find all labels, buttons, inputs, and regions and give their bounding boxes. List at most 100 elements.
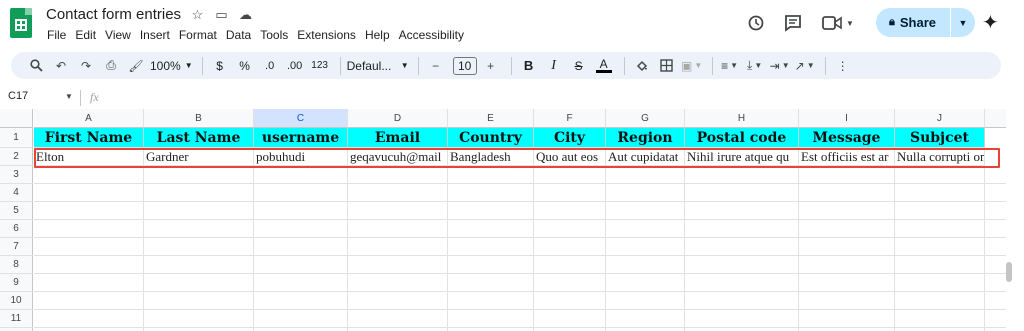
share-dropdown-icon[interactable]: ▼: [951, 18, 975, 28]
increase-decimal-button[interactable]: .00: [284, 55, 306, 77]
data-cell-region[interactable]: Aut cupidatat: [606, 148, 685, 166]
grid-cell[interactable]: [606, 184, 685, 202]
row-header-4[interactable]: 4: [0, 184, 33, 202]
grid-cell[interactable]: [34, 310, 144, 328]
menu-format[interactable]: Format: [179, 28, 217, 42]
grid-cell[interactable]: [34, 202, 144, 220]
menu-tools[interactable]: Tools: [260, 28, 288, 42]
grid-cell[interactable]: [534, 256, 606, 274]
grid-cell[interactable]: [254, 166, 348, 184]
star-icon[interactable]: ☆: [190, 7, 205, 23]
grid-cell[interactable]: [254, 184, 348, 202]
paint-format-icon[interactable]: 🖌︎: [125, 55, 147, 77]
grid-cell[interactable]: [799, 220, 895, 238]
grid-cell[interactable]: [254, 310, 348, 328]
grid-cell[interactable]: [144, 310, 254, 328]
search-icon[interactable]: [25, 55, 47, 77]
meet-dropdown-icon[interactable]: ▼: [846, 19, 854, 28]
grid-cell[interactable]: [144, 292, 254, 310]
name-box-dropdown-icon[interactable]: ▼: [65, 92, 73, 101]
grid-cell[interactable]: [448, 274, 534, 292]
increase-font-size-button[interactable]: +: [480, 55, 502, 77]
grid-cell[interactable]: [348, 166, 448, 184]
move-folder-icon[interactable]: ▭: [214, 7, 229, 23]
grid-cell[interactable]: [144, 274, 254, 292]
grid-cell[interactable]: [606, 274, 685, 292]
grid-cell[interactable]: [985, 310, 1006, 328]
name-box[interactable]: C17: [8, 90, 28, 102]
bold-button[interactable]: B: [518, 55, 540, 77]
font-family-select[interactable]: Defaul... ▼: [347, 55, 409, 77]
grid-cell[interactable]: [895, 238, 985, 256]
text-rotation-icon[interactable]: ↗ ▼: [794, 55, 816, 77]
grid-cell[interactable]: [144, 256, 254, 274]
header-cell-first-name[interactable]: First Name: [34, 128, 144, 148]
row-header-11[interactable]: 11: [0, 310, 33, 328]
grid-cell[interactable]: [254, 292, 348, 310]
grid-cell[interactable]: [799, 166, 895, 184]
column-header-j[interactable]: J: [895, 109, 985, 128]
grid-cell[interactable]: [985, 274, 1006, 292]
grid-cell[interactable]: [685, 184, 799, 202]
grid-cell[interactable]: [534, 220, 606, 238]
grid-cell[interactable]: [895, 184, 985, 202]
grid-cell[interactable]: [685, 274, 799, 292]
history-icon[interactable]: [742, 9, 770, 37]
grid-cell[interactable]: [348, 202, 448, 220]
vertical-align-icon[interactable]: ⤓ ▼: [744, 55, 766, 77]
column-header-e[interactable]: E: [448, 109, 534, 128]
grid-cell[interactable]: [34, 220, 144, 238]
grid-cell[interactable]: [799, 202, 895, 220]
header-cell-subject[interactable]: Subjcet: [895, 128, 985, 148]
row-header-8[interactable]: 8: [0, 256, 33, 274]
grid-cell[interactable]: [34, 166, 144, 184]
grid-cell[interactable]: [799, 238, 895, 256]
grid-cell[interactable]: [348, 184, 448, 202]
grid-cell[interactable]: [254, 202, 348, 220]
grid-cell[interactable]: [448, 256, 534, 274]
fill-color-icon[interactable]: [631, 55, 653, 77]
grid-cell[interactable]: [254, 220, 348, 238]
grid-cell[interactable]: [606, 238, 685, 256]
grid-cell[interactable]: [606, 310, 685, 328]
header-cell-username[interactable]: username: [254, 128, 348, 148]
row-header-5[interactable]: 5: [0, 202, 33, 220]
data-cell-last-name[interactable]: Gardner: [144, 148, 254, 166]
grid-cell[interactable]: [685, 238, 799, 256]
font-size-input[interactable]: 10: [452, 56, 477, 75]
column-header-f[interactable]: F: [534, 109, 606, 128]
grid-cell[interactable]: [448, 310, 534, 328]
grid-cell[interactable]: [606, 256, 685, 274]
header-cell-region[interactable]: Region: [606, 128, 685, 148]
grid-cell[interactable]: [799, 310, 895, 328]
grid-cell[interactable]: [254, 274, 348, 292]
gemini-sparkle-icon[interactable]: ✦: [982, 10, 999, 35]
grid-cell[interactable]: [534, 166, 606, 184]
grid-cell[interactable]: [534, 292, 606, 310]
horizontal-align-icon[interactable]: ≡ ▼: [719, 55, 741, 77]
grid-cell[interactable]: [895, 220, 985, 238]
grid-cell[interactable]: [448, 166, 534, 184]
grid-cell[interactable]: [34, 238, 144, 256]
strikethrough-button[interactable]: S: [568, 55, 590, 77]
column-header-c[interactable]: C: [254, 109, 348, 128]
header-cell-email[interactable]: Email: [348, 128, 448, 148]
grid-cell[interactable]: [685, 256, 799, 274]
text-wrapping-icon[interactable]: ⇥ ▼: [769, 55, 791, 77]
column-header-h[interactable]: H: [685, 109, 799, 128]
share-button[interactable]: 🔒︎ Share ▼: [876, 8, 975, 37]
row-header-7[interactable]: 7: [0, 238, 33, 256]
row-header-1[interactable]: 1: [0, 128, 33, 148]
grid-cell[interactable]: [895, 166, 985, 184]
grid-cell[interactable]: [348, 238, 448, 256]
text-color-button[interactable]: A: [593, 55, 615, 77]
grid-cell[interactable]: [448, 220, 534, 238]
grid-cell[interactable]: [985, 238, 1006, 256]
decrease-font-size-button[interactable]: −: [425, 55, 447, 77]
grid-cell[interactable]: [144, 166, 254, 184]
borders-icon[interactable]: [656, 55, 678, 77]
grid-cell[interactable]: [144, 184, 254, 202]
vertical-scrollbar[interactable]: [1006, 262, 1012, 282]
menu-extensions[interactable]: Extensions: [297, 28, 356, 42]
grid-cell[interactable]: [534, 202, 606, 220]
